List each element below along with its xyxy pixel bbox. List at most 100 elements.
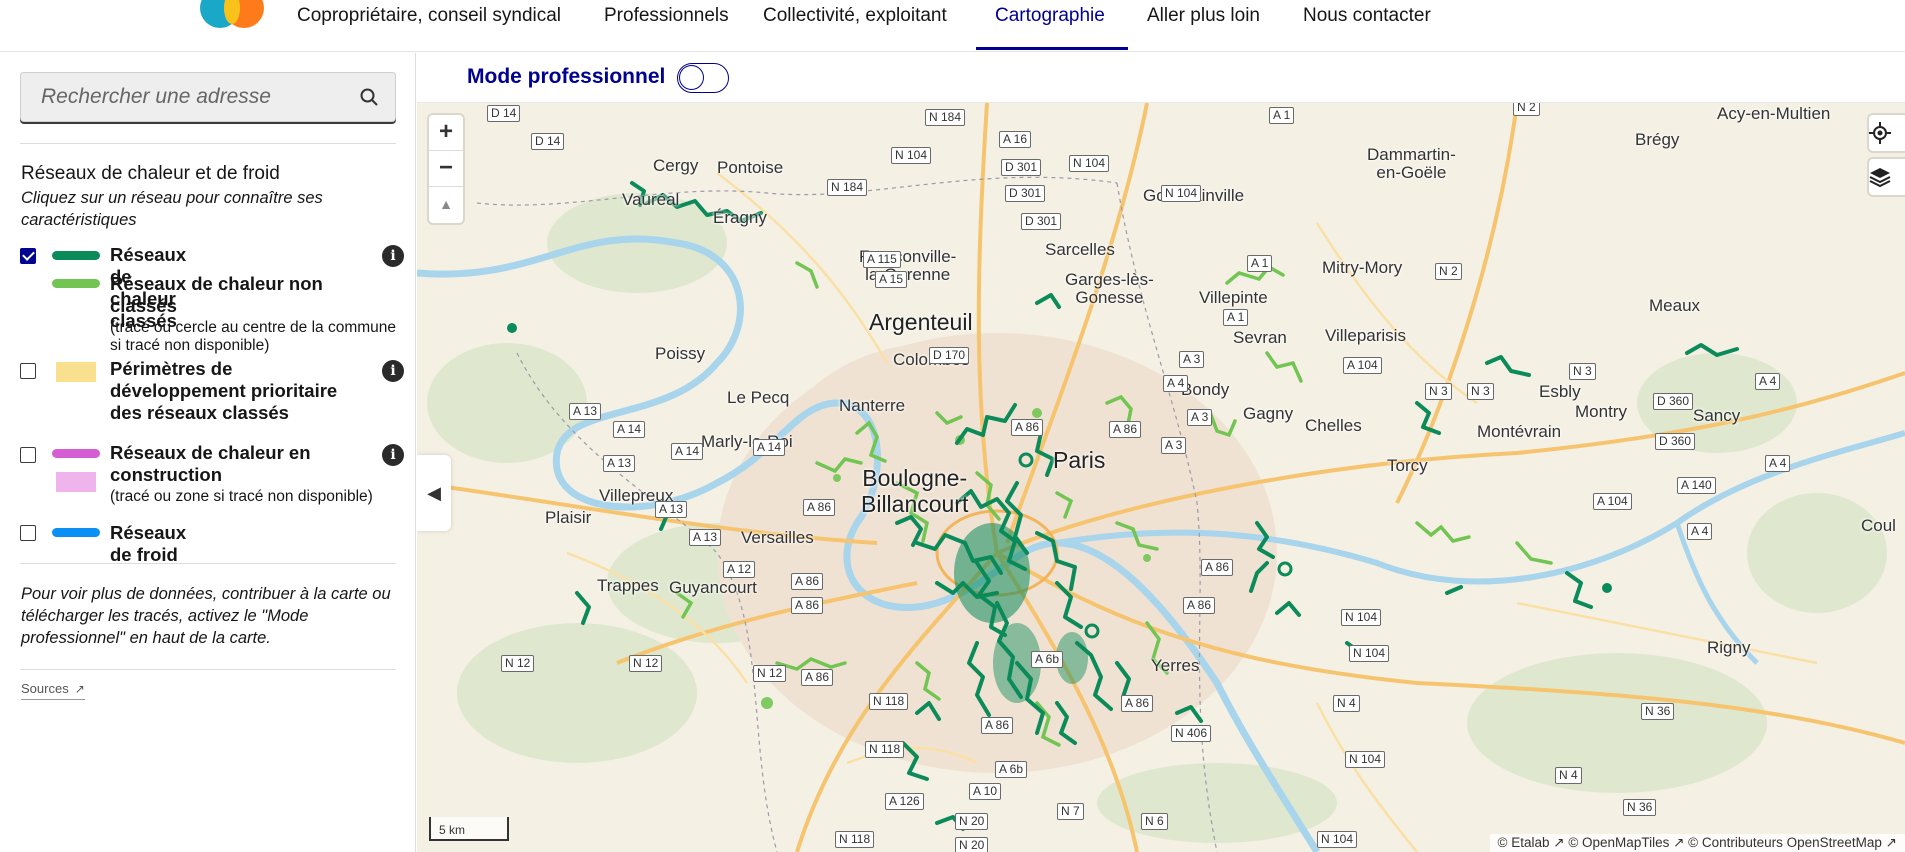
pro-mode-hint: Pour voir plus de données, contribuer à … <box>21 585 391 647</box>
road-shield: N 104 <box>1349 645 1390 662</box>
road-shield: A 3 <box>1187 409 1213 426</box>
info-icon[interactable]: i <box>382 245 404 267</box>
road-shield: A 86 <box>981 717 1014 734</box>
road-shield: A 86 <box>1011 419 1044 436</box>
map-place: Éragny <box>713 208 767 227</box>
swatch-non-classes <box>52 279 100 288</box>
map-place: Acy-en-Multien <box>1717 104 1831 123</box>
road-shield: D 301 <box>1005 185 1046 202</box>
layer-checkbox-construction[interactable] <box>20 447 36 463</box>
legend-subtitle: Cliquez sur un réseau pour connaître ses… <box>21 189 323 229</box>
road-shield: A 115 <box>863 251 901 268</box>
collapse-panel-button[interactable]: ◀ <box>417 455 451 531</box>
road-shield: D 170 <box>929 347 970 364</box>
road-shield: A 14 <box>613 421 646 438</box>
road-shield: A 104 <box>1593 493 1632 510</box>
nav-item-professionnels[interactable]: Professionnels <box>604 4 729 50</box>
map-place: Sarcelles <box>1045 240 1115 259</box>
swatch-froid <box>52 528 100 537</box>
divider <box>20 143 396 144</box>
road-shield: A 86 <box>1121 695 1154 712</box>
road-shield: N 4 <box>1333 695 1360 712</box>
road-shield: A 13 <box>689 529 722 546</box>
road-shield: N 7 <box>1057 803 1084 820</box>
road-shield: N 20 <box>955 813 989 830</box>
compass-icon[interactable]: ▲ <box>429 187 463 223</box>
external-link-icon: ↗ <box>74 682 85 696</box>
road-shield: N 2 <box>1435 263 1462 280</box>
map-place: Meaux <box>1649 296 1701 315</box>
address-search-input[interactable] <box>41 73 341 121</box>
road-shield: D 14 <box>487 105 521 122</box>
layer-checkbox-classes[interactable] <box>20 248 36 264</box>
road-shield: N 104 <box>1345 751 1386 768</box>
layer-label-froid: Réseaux de froid <box>110 522 187 565</box>
swatch-construction-line <box>52 449 100 458</box>
map-view[interactable]: Acy-en-Multien Brégy Dammartin- en-Goële… <box>417 103 1905 852</box>
road-shield: N 118 <box>865 741 905 758</box>
layer-label-perimetres: Périmètres de développement prioritaire … <box>110 358 338 423</box>
road-shield: N 3 <box>1569 363 1596 380</box>
toggle-knob <box>679 65 704 90</box>
zoom-in-button[interactable]: + <box>429 115 463 151</box>
info-icon[interactable]: i <box>382 444 404 466</box>
road-shield: D 360 <box>1655 433 1696 450</box>
road-shield: A 86 <box>1183 597 1216 614</box>
swatch-construction-zone <box>56 472 96 492</box>
layer-checkbox-froid[interactable] <box>20 525 36 541</box>
map-place: Mitry-Mory <box>1322 258 1403 277</box>
nav-item-coproprietaire[interactable]: Copropriétaire, conseil syndical <box>297 4 561 50</box>
map-place: Yerres <box>1151 656 1200 675</box>
layers-icon[interactable] <box>1869 159 1905 195</box>
geolocate-icon[interactable] <box>1869 115 1905 151</box>
map-place: Rigny <box>1707 638 1751 657</box>
map-place: Argenteuil <box>869 309 973 335</box>
mode-bar: Mode professionnel <box>417 53 1905 103</box>
map-place: Versailles <box>741 528 814 547</box>
road-shield: N 12 <box>501 655 535 672</box>
nav-item-aller-plus-loin[interactable]: Aller plus loin <box>1147 4 1260 50</box>
road-shield: N 104 <box>1317 831 1358 848</box>
map-place: Torcy <box>1387 456 1428 475</box>
layer-note-construction: (tracé ou zone si tracé non disponible) <box>110 488 373 505</box>
road-shield: A 16 <box>999 131 1032 148</box>
road-shield: A 104 <box>1343 357 1382 374</box>
nav-item-cartographie[interactable]: Cartographie <box>995 4 1105 50</box>
road-shield: A 15 <box>875 271 908 288</box>
road-shield: N 4 <box>1555 767 1582 784</box>
zoom-out-button[interactable]: − <box>429 151 463 187</box>
road-shield: N 104 <box>891 147 932 164</box>
road-shield: A 86 <box>803 499 836 516</box>
search-icon[interactable] <box>359 87 379 107</box>
map-place: Sevran <box>1233 328 1287 347</box>
layer-checkbox-perimetres[interactable] <box>20 363 36 379</box>
mode-professionnel-label: Mode professionnel <box>467 65 666 88</box>
layer-note-non-classes: (tracé ou cercle au centre de la commune… <box>110 319 397 354</box>
top-navigation: Copropriétaire, conseil syndical Profess… <box>0 0 1905 52</box>
nav-item-nous-contacter[interactable]: Nous contacter <box>1303 4 1431 50</box>
map-place: Plaisir <box>545 508 592 527</box>
road-shield: N 118 <box>869 693 909 710</box>
road-shield: A 13 <box>655 501 688 518</box>
map-place: Nanterre <box>839 396 906 415</box>
road-shield: N 12 <box>753 665 787 682</box>
map-place: Montry <box>1575 402 1627 421</box>
road-shield: D 14 <box>531 133 565 150</box>
nav-item-collectivite[interactable]: Collectivité, exploitant <box>763 4 947 50</box>
map-place: Esbly <box>1539 382 1581 401</box>
road-shield: D 301 <box>1001 159 1042 176</box>
sources-link[interactable]: Sources ↗ <box>21 681 85 700</box>
road-shield: N 184 <box>827 179 868 196</box>
active-tab-indicator <box>976 47 1128 50</box>
mode-professionnel-toggle[interactable] <box>677 63 729 93</box>
road-shield: D 360 <box>1653 393 1694 410</box>
map-place: Chelles <box>1305 416 1362 435</box>
map-attribution[interactable]: © Etalab ↗ © OpenMapTiles ↗ © Contribute… <box>1489 834 1905 852</box>
road-shield: A 12 <box>723 561 756 578</box>
site-logo[interactable] <box>200 0 266 32</box>
map-place: Paris <box>1053 447 1106 473</box>
map-place: Dammartin- en-Goële <box>1367 145 1456 182</box>
layer-label-non-classes: Réseaux de chaleur non classés <box>110 273 323 316</box>
info-icon[interactable]: i <box>382 360 404 382</box>
zoom-control: + − ▲ <box>429 115 463 223</box>
